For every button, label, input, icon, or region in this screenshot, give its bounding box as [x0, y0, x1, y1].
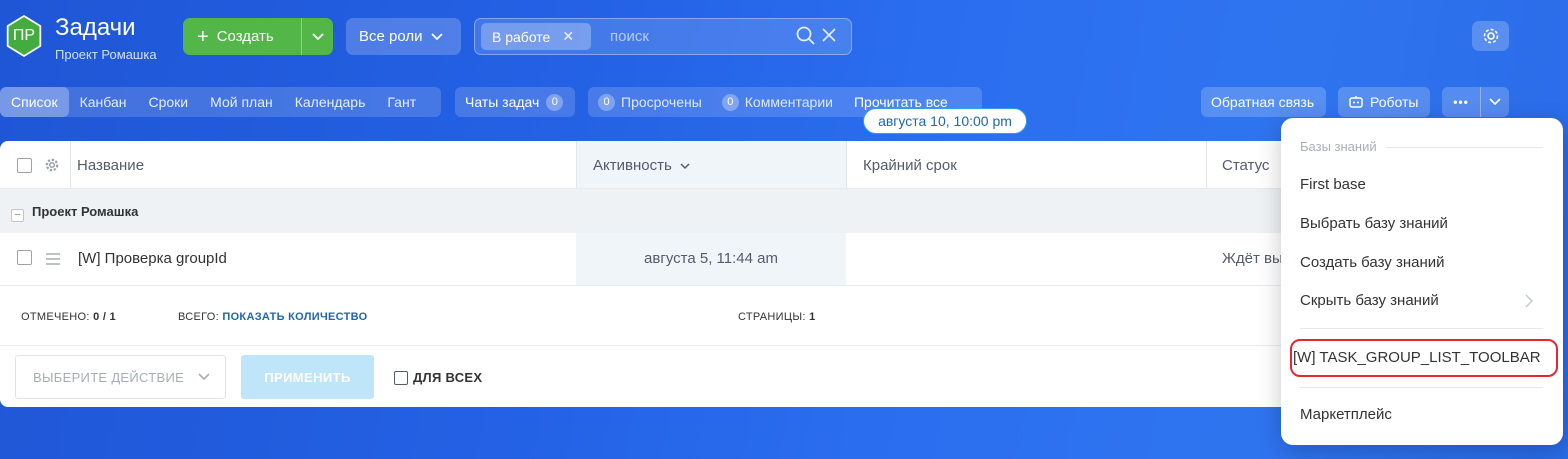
checked-value: 0 / 1	[93, 311, 116, 323]
clear-search-icon[interactable]	[821, 27, 837, 43]
search-icon[interactable]	[796, 26, 816, 46]
apply-button[interactable]: ПРИМЕНИТЬ	[241, 355, 374, 399]
page-title: Задачи	[55, 14, 136, 41]
chevron-down-icon	[198, 373, 210, 381]
filter-chip[interactable]: В работе ✕	[481, 23, 591, 50]
menu-item-hide-knowledge-base[interactable]: Скрыть базу знаний	[1300, 292, 1439, 309]
row-checkbox[interactable]	[17, 250, 32, 265]
task-title-link[interactable]: [W] Проверка groupId	[78, 250, 227, 267]
feedback-button[interactable]: Обратная связь	[1201, 87, 1326, 117]
menu-item-marketplace[interactable]: Маркетплейс	[1300, 406, 1392, 423]
view-tab-gantt[interactable]: Гант	[376, 87, 427, 117]
collapse-group-icon[interactable]: −	[11, 209, 24, 222]
column-header-name[interactable]: Название	[77, 157, 144, 174]
drag-handle-icon[interactable]	[45, 253, 61, 265]
robots-label: Роботы	[1370, 94, 1419, 110]
select-all-checkbox[interactable]	[17, 158, 32, 173]
table-header: Название Активность Крайний срок Статус	[0, 141, 1300, 189]
plus-icon: +	[197, 25, 209, 48]
robot-icon	[1349, 96, 1363, 108]
view-switcher: Список Канбан Сроки Мой план Календарь Г…	[0, 87, 441, 117]
total-label: ВСЕГО:	[178, 311, 220, 323]
activity-header-label: Активность	[593, 157, 672, 174]
comments-count: 0	[721, 93, 739, 111]
search-input[interactable]: поиск	[610, 28, 649, 45]
overdue-filter[interactable]: Просрочены	[621, 94, 702, 110]
roles-label: Все роли	[359, 28, 423, 45]
project-subtitle[interactable]: Проект Ромашка	[55, 47, 157, 62]
for-all-checkbox[interactable]	[394, 370, 408, 385]
group-row: Проект Ромашка	[0, 189, 1300, 233]
chevron-down-icon[interactable]	[1481, 98, 1509, 106]
menu-item-choose-knowledge-base[interactable]: Выбрать базу знаний	[1300, 215, 1448, 232]
more-menu-popup: Базы знаний First base Выбрать базу знан…	[1281, 118, 1563, 445]
menu-item-create-knowledge-base[interactable]: Создать базу знаний	[1300, 254, 1445, 271]
menu-item-first-base[interactable]: First base	[1300, 176, 1366, 193]
column-header-deadline[interactable]: Крайний срок	[863, 157, 957, 174]
sort-chevron-down-icon	[680, 163, 690, 170]
robots-button[interactable]: Роботы	[1338, 87, 1430, 117]
settings-button[interactable]	[1472, 21, 1509, 51]
task-chats-button[interactable]: Чаты задач 0	[455, 87, 575, 117]
gear-icon	[1483, 28, 1498, 44]
create-dropdown-button[interactable]	[302, 18, 333, 55]
view-tab-kanban[interactable]: Канбан	[69, 87, 138, 117]
pages-label: СТРАНИЦЫ:	[738, 311, 806, 323]
task-chats-label: Чаты задач	[465, 94, 540, 110]
roles-filter-button[interactable]: Все роли	[346, 18, 461, 55]
column-settings-gear-icon[interactable]	[45, 158, 59, 172]
chevron-right-icon	[1525, 294, 1533, 308]
view-tab-deadlines[interactable]: Сроки	[137, 87, 199, 117]
checked-counter: ОТМЕЧЕНО: 0 / 1	[21, 311, 116, 323]
view-tab-my-plan[interactable]: Мой план	[199, 87, 284, 117]
task-status: Ждёт вы	[1222, 250, 1283, 267]
task-chats-count: 0	[546, 93, 564, 111]
select-action-label: ВЫБЕРИТЕ ДЕЙСТВИЕ	[33, 369, 185, 385]
more-dots-icon: •••	[1453, 95, 1469, 109]
checked-label: ОТМЕЧЕНО:	[21, 311, 90, 323]
create-button[interactable]: + Создать	[183, 18, 333, 55]
task-activity: августа 5, 11:44 am	[644, 250, 778, 267]
create-label: Создать	[216, 28, 274, 45]
column-header-activity[interactable]: Активность	[593, 157, 690, 174]
view-tab-calendar[interactable]: Календарь	[284, 87, 377, 117]
for-all-option[interactable]: ДЛЯ ВСЕХ	[394, 370, 482, 385]
menu-item-task-group-list-toolbar[interactable]: [W] TASK_GROUP_LIST_TOOLBAR	[1293, 349, 1541, 366]
view-tab-list[interactable]: Список	[0, 87, 69, 117]
show-count-link[interactable]: ПОКАЗАТЬ КОЛИЧЕСТВО	[222, 311, 367, 323]
menu-section-title: Базы знаний	[1300, 139, 1377, 154]
pages-counter: СТРАНИЦЫ: 1	[738, 311, 816, 323]
chevron-down-icon	[311, 32, 324, 40]
chevron-down-icon	[430, 32, 443, 40]
comments-filter[interactable]: Комментарии	[745, 94, 833, 110]
filter-chip-label: В работе	[492, 28, 551, 45]
column-header-status[interactable]: Статус	[1222, 157, 1269, 174]
select-action-dropdown[interactable]: ВЫБЕРИТЕ ДЕЙСТВИЕ	[15, 355, 226, 399]
overdue-count: 0	[598, 93, 615, 111]
for-all-label: ДЛЯ ВСЕХ	[413, 370, 483, 385]
pages-value: 1	[809, 311, 816, 323]
table-row: [W] Проверка groupId августа 5, 11:44 am…	[0, 233, 1300, 286]
deadline-badge[interactable]: августа 10, 10:00 pm	[863, 108, 1027, 134]
more-button[interactable]: •••	[1442, 87, 1509, 117]
total-counter: ВСЕГО: ПОКАЗАТЬ КОЛИЧЕСТВО	[178, 311, 367, 323]
group-title[interactable]: Проект Ромашка	[32, 204, 138, 219]
remove-filter-icon[interactable]: ✕	[562, 28, 574, 45]
